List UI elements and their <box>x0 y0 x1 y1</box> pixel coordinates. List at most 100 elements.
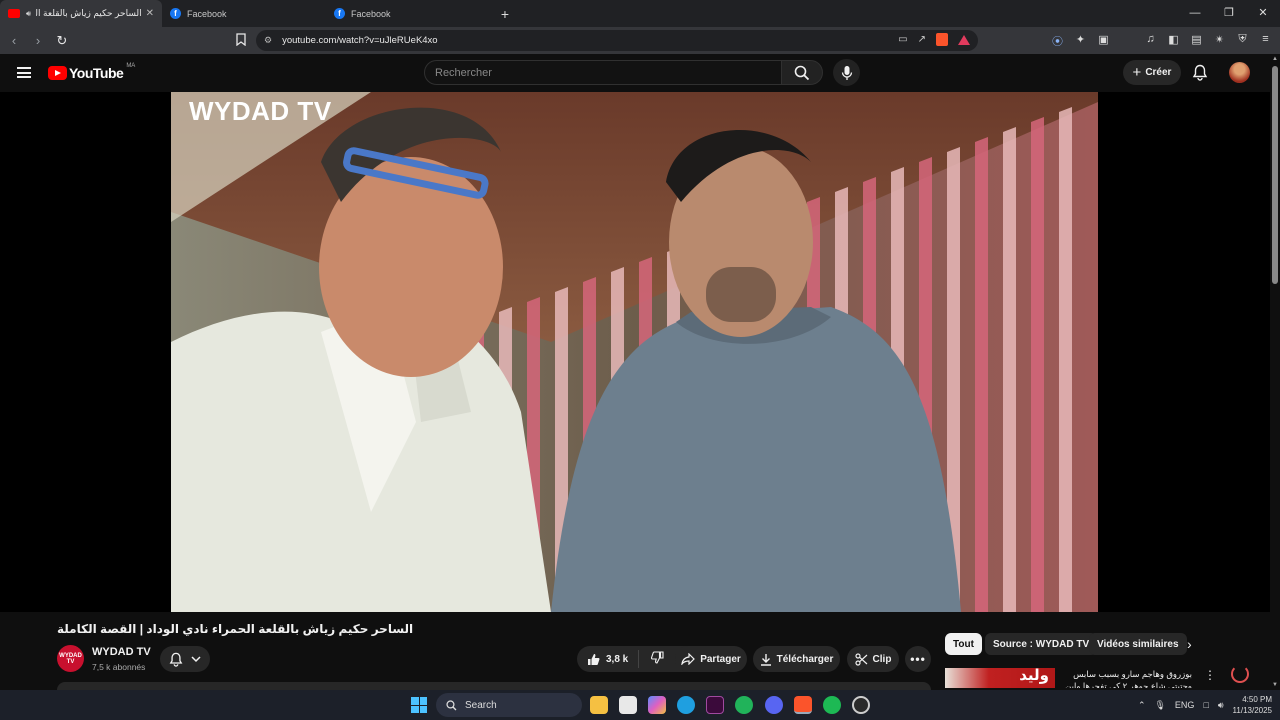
forward-icon[interactable]: › <box>28 33 48 48</box>
chip-scroll-right-icon[interactable]: › <box>1187 636 1192 652</box>
notifications-bell-icon[interactable] <box>1192 64 1210 82</box>
dislike-button[interactable] <box>639 651 676 667</box>
microsoft-store-icon[interactable] <box>619 696 637 714</box>
bookmark-icon[interactable] <box>236 33 248 47</box>
vpn-shield-icon[interactable]: ⛨ <box>1236 33 1249 49</box>
terminal-app-icon[interactable] <box>706 696 724 714</box>
close-tab-icon[interactable]: ✕ <box>146 8 154 19</box>
youtube-play-icon <box>48 66 67 80</box>
omnibox-actions: ▭ ↗ <box>898 33 970 46</box>
clock[interactable]: 4:50 PM 11/13/2025 <box>1233 694 1272 716</box>
back-icon[interactable]: ‹ <box>4 33 24 48</box>
opera-gx-icon[interactable] <box>852 696 870 714</box>
reload-icon[interactable]: ↻ <box>52 33 72 49</box>
video-still-image <box>171 92 1098 612</box>
tab-title: الساحر حكيم زياش بالقلعة الحـ <box>36 8 142 18</box>
taskbar-search-label: Search <box>465 699 497 711</box>
thumbs-up-icon <box>588 653 600 665</box>
microphone-tray-icon[interactable]: 🎙︎ <box>1154 700 1165 711</box>
more-actions-button[interactable]: ••• <box>905 646 931 672</box>
extensions-icon[interactable]: ✦ <box>1074 33 1087 49</box>
share-page-icon[interactable]: ↗ <box>918 34 926 45</box>
subscription-notifications-button[interactable] <box>160 646 210 672</box>
screenshot-icon[interactable]: ▣ <box>1097 33 1110 49</box>
search-button[interactable] <box>781 60 823 85</box>
search-input[interactable]: Rechercher <box>424 60 782 85</box>
thumbs-down-icon <box>651 651 664 664</box>
share-button[interactable]: Partager <box>675 646 747 672</box>
audio-playing-icon[interactable]: 🔊︎ <box>26 9 31 19</box>
site-settings-icon[interactable]: ⚙ <box>264 35 272 46</box>
wallet-icon[interactable]: ▤ <box>1190 33 1203 49</box>
bell-icon <box>169 652 183 667</box>
search-icon <box>446 699 457 710</box>
youtube-logo[interactable]: YouTube MA <box>48 63 135 81</box>
recommended-video-thumbnail[interactable]: وليد <box>945 668 1055 688</box>
video-frame[interactable]: WYDAD TV <box>171 92 1098 612</box>
tab-title: Facebook <box>351 8 391 19</box>
show-hidden-icons-icon[interactable]: ⌃ <box>1138 700 1146 711</box>
scroll-down-icon[interactable]: ▼ <box>1272 682 1278 688</box>
taskbar-search[interactable]: Search <box>436 693 582 717</box>
page-scrollbar[interactable]: ▲ ▼ <box>1270 54 1280 690</box>
cast-icon[interactable]: ▭ <box>898 34 907 45</box>
like-button[interactable]: 3,8 k <box>577 650 640 668</box>
file-explorer-icon[interactable] <box>590 696 608 714</box>
voice-search-button[interactable] <box>833 59 860 86</box>
close-window-icon[interactable]: ✕ <box>1246 0 1280 27</box>
search-icon <box>794 65 810 80</box>
edge-icon[interactable] <box>677 696 695 714</box>
scrollbar-thumb[interactable] <box>1272 66 1278 284</box>
description-box[interactable] <box>57 682 931 690</box>
channel-avatar[interactable]: WYDAD TV <box>57 645 84 672</box>
create-button[interactable]: + Créer <box>1123 60 1181 85</box>
scroll-up-icon[interactable]: ▲ <box>1272 56 1278 62</box>
media-icon[interactable]: ♫ <box>1144 33 1157 49</box>
menu-icon[interactable]: ≡ <box>1259 33 1272 49</box>
recommendation-menu-icon[interactable]: ⋮ <box>1204 668 1216 682</box>
leo-ai-icon[interactable]: ✴ <box>1213 33 1226 49</box>
clock-time: 4:50 PM <box>1242 695 1272 704</box>
microphone-icon <box>841 65 852 80</box>
clip-button[interactable]: Clip <box>847 646 899 672</box>
discord-icon[interactable] <box>765 696 783 714</box>
read-aloud-icon[interactable]: ⦿ <box>1051 33 1064 49</box>
video-player[interactable]: WYDAD TV <box>0 92 1270 683</box>
create-label: Créer <box>1145 67 1172 78</box>
guide-menu-icon[interactable] <box>17 67 31 78</box>
chip-similar-videos[interactable]: Vidéos similaires <box>1089 633 1187 655</box>
tab-facebook-2[interactable]: f Facebook <box>326 0 490 27</box>
brave-browser-icon[interactable] <box>794 696 812 714</box>
tab-youtube-video[interactable]: 🔊︎ الساحر حكيم زياش بالقلعة الحـ ✕ <box>0 0 162 27</box>
download-label: Télécharger <box>776 653 834 665</box>
spotify-icon[interactable] <box>823 696 841 714</box>
address-bar[interactable]: ⚙ youtube.com/watch?v=uJleRUeK4xo ▭ ↗ <box>256 30 978 51</box>
channel-name[interactable]: WYDAD TV <box>92 646 151 658</box>
copilot-icon[interactable] <box>648 696 666 714</box>
system-tray: ⌃ 🎙︎ ENG □ 🔊︎ 4:50 PM 11/13/2025 <box>1138 690 1272 720</box>
recommended-video-title[interactable]: بوزروق وهاجم سارو بسبب سابس وحتيتي شاع ج… <box>1062 668 1192 688</box>
green-app-icon[interactable] <box>735 696 753 714</box>
more-horizontal-icon: ••• <box>910 652 926 666</box>
plus-icon: + <box>1132 64 1142 81</box>
account-avatar[interactable] <box>1229 62 1250 83</box>
thumbnail-text: وليد <box>1019 668 1049 684</box>
download-button[interactable]: Télécharger <box>753 646 840 672</box>
sidebar-icon[interactable]: ◧ <box>1167 33 1180 49</box>
facebook-favicon-icon: f <box>334 8 345 19</box>
chip-source-channel[interactable]: Source : WYDAD TV <box>985 633 1098 655</box>
windows-start-icon[interactable] <box>411 697 427 713</box>
volume-icon[interactable]: 🔊︎ <box>1218 700 1224 711</box>
network-icon[interactable]: □ <box>1203 700 1208 710</box>
video-title: الساحر حكيم زياش بالقلعة الحمراء نادي ال… <box>57 622 414 636</box>
new-tab-button[interactable]: + <box>494 6 516 22</box>
maximize-icon[interactable]: ❐ <box>1212 0 1246 27</box>
brave-rewards-icon[interactable] <box>958 34 970 45</box>
browser-tab-strip: 🔊︎ الساحر حكيم زياش بالقلعة الحـ ✕ f Fac… <box>0 0 1280 27</box>
chip-all[interactable]: Tout <box>945 633 982 655</box>
minimize-icon[interactable]: — <box>1178 0 1212 27</box>
tab-facebook-1[interactable]: f Facebook <box>162 0 326 27</box>
language-indicator[interactable]: ENG <box>1175 700 1195 710</box>
brave-shields-icon[interactable] <box>936 33 948 46</box>
